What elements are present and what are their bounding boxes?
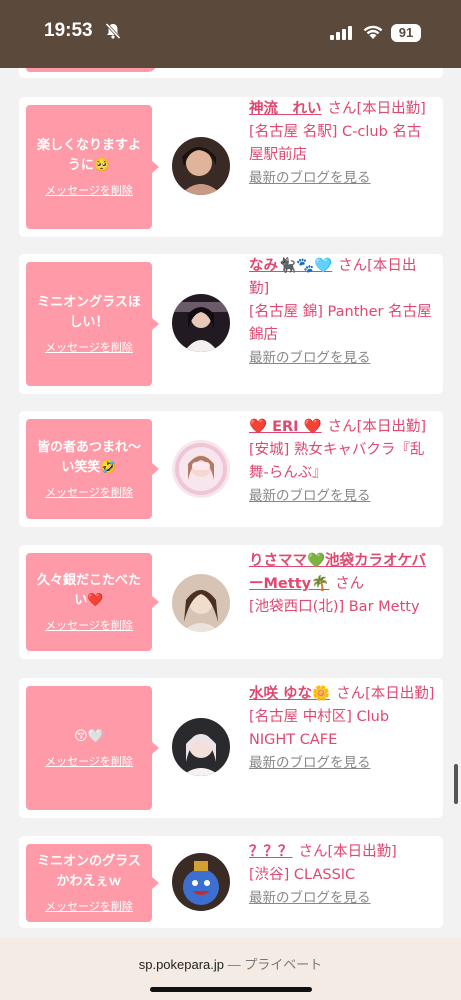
clock: 19:53 bbox=[44, 20, 93, 41]
cast-name-link[interactable]: 神流 れい bbox=[249, 101, 322, 117]
private-mode-label: — プライベート bbox=[227, 957, 323, 972]
message-card: ミニオンのグラスかわえぇｗ メッセージを削除 ？？？ さん[本日出勤] [渋谷] … bbox=[19, 836, 443, 928]
cast-info: 水咲 ゆな🌼 さん[本日出勤] [名古屋 中村区] Club NIGHT CAFE… bbox=[249, 683, 435, 775]
cast-name-link[interactable]: なみ🐈‍⬛🐾🩵 bbox=[249, 258, 332, 274]
avatar[interactable] bbox=[172, 718, 230, 776]
avatar[interactable] bbox=[172, 853, 230, 911]
partial-card bbox=[19, 68, 443, 78]
cast-name-link[interactable]: 水咲 ゆな🌼 bbox=[249, 686, 330, 702]
cast-info: ？？？ さん[本日出勤] [渋谷] CLASSIC 最新のブログを見る bbox=[249, 841, 435, 910]
avatar[interactable] bbox=[172, 574, 230, 632]
cast-name-link[interactable]: ❤️ ERI ❤️ bbox=[249, 419, 322, 435]
url-display[interactable]: sp.pokepara.jp — プライベート bbox=[0, 954, 461, 973]
shop-text: [名古屋 中村区] Club NIGHT CAFE bbox=[249, 709, 390, 748]
delete-message-link[interactable]: メッセージを削除 bbox=[45, 898, 133, 914]
shop-text: [池袋西口(北)] Bar Metty bbox=[249, 599, 420, 615]
shop-text: [名古屋 名駅] C-club 名古屋駅前店 bbox=[249, 124, 422, 163]
cast-status: さん[本日出勤] bbox=[327, 101, 426, 117]
delete-message-link[interactable]: メッセージを削除 bbox=[45, 182, 133, 198]
cast-info: 神流 れい さん[本日出勤] [名古屋 名駅] C-club 名古屋駅前店 最新の… bbox=[249, 98, 435, 190]
message-text: ミニオンのグラスかわえぇｗ bbox=[37, 854, 141, 889]
shop-text: [渋谷] CLASSIC bbox=[249, 867, 356, 883]
message-bubble bbox=[26, 68, 159, 72]
cast-status: さん bbox=[335, 576, 365, 592]
message-text: 久々銀だこたべたい❤️ bbox=[36, 573, 141, 608]
bell-slash-icon bbox=[105, 22, 121, 40]
shop-text: [名古屋 錦] Panther 名古屋錦店 bbox=[249, 304, 432, 343]
delete-message-link[interactable]: メッセージを削除 bbox=[45, 484, 133, 500]
message-card: 楽しくなりますように🥺 メッセージを削除 神流 れい さん[本日出勤] [名古屋 … bbox=[19, 97, 443, 237]
message-text: 😚🤍 bbox=[74, 729, 104, 744]
message-text: 楽しくなりますように🥺 bbox=[36, 138, 141, 173]
message-text: 皆の者あつまれ〜い笑笑🤣 bbox=[36, 440, 141, 475]
message-bubble: 😚🤍 メッセージを削除 bbox=[26, 686, 159, 810]
message-card: 久々銀だこたべたい❤️ メッセージを削除 りさママ💚池袋カラオケバーMetty🌴… bbox=[19, 545, 443, 659]
blog-link[interactable]: 最新のブログを見る bbox=[249, 167, 435, 190]
message-bubble: 久々銀だこたべたい❤️ メッセージを削除 bbox=[26, 553, 159, 651]
cast-info: りさママ💚池袋カラオケバーMetty🌴 さん [池袋西口(北)] Bar Mett… bbox=[249, 550, 435, 619]
signal-icon bbox=[330, 26, 352, 40]
cast-name-link[interactable]: ？？？ bbox=[249, 844, 293, 860]
cast-status: さん[本日出勤] bbox=[336, 686, 435, 702]
message-list: 楽しくなりますように🥺 メッセージを削除 神流 れい さん[本日出勤] [名古屋 … bbox=[0, 68, 461, 938]
message-card: 😚🤍 メッセージを削除 水咲 ゆな🌼 さん[本日出勤] [名古屋 中村区] Clu… bbox=[19, 678, 443, 818]
delete-message-link[interactable]: メッセージを削除 bbox=[45, 617, 133, 633]
message-bubble: 楽しくなりますように🥺 メッセージを削除 bbox=[26, 105, 159, 229]
delete-message-link[interactable]: メッセージを削除 bbox=[45, 753, 133, 769]
message-text: ミニオングラスほしい！ bbox=[37, 295, 141, 330]
wifi-icon bbox=[363, 25, 383, 39]
cast-info: なみ🐈‍⬛🐾🩵 さん[本日出勤] [名古屋 錦] Panther 名古屋錦店 最新… bbox=[249, 255, 435, 370]
message-bubble: ミニオングラスほしい！ メッセージを削除 bbox=[26, 262, 159, 386]
avatar[interactable] bbox=[172, 294, 230, 352]
shop-text: [安城] 熟女キャバクラ『乱舞-らんぶ』 bbox=[249, 442, 425, 481]
delete-message-link[interactable]: メッセージを削除 bbox=[45, 339, 133, 355]
message-bubble: ミニオンのグラスかわえぇｗ メッセージを削除 bbox=[26, 844, 159, 922]
url-domain: sp.pokepara.jp bbox=[138, 957, 225, 972]
battery-icon: 91 bbox=[391, 24, 421, 42]
avatar[interactable] bbox=[172, 440, 230, 498]
blog-link[interactable]: 最新のブログを見る bbox=[249, 347, 435, 370]
blog-link[interactable]: 最新のブログを見る bbox=[249, 752, 435, 775]
home-indicator[interactable] bbox=[150, 987, 312, 992]
status-bar: 19:53 91 bbox=[0, 0, 461, 68]
cast-status: さん[本日出勤] bbox=[327, 419, 426, 435]
avatar[interactable] bbox=[172, 137, 230, 195]
message-card: 皆の者あつまれ〜い笑笑🤣 メッセージを削除 ❤️ ERI ❤️ さん[本日出勤] … bbox=[19, 411, 443, 527]
message-card: ミニオングラスほしい！ メッセージを削除 なみ🐈‍⬛🐾🩵 さん[本日出勤] [名古… bbox=[19, 254, 443, 394]
browser-url-bar[interactable]: sp.pokepara.jp — プライベート bbox=[0, 938, 461, 1000]
cast-info: ❤️ ERI ❤️ さん[本日出勤] [安城] 熟女キャバクラ『乱舞-らんぶ』 最… bbox=[249, 416, 435, 508]
cast-status: さん[本日出勤] bbox=[298, 844, 397, 860]
message-bubble: 皆の者あつまれ〜い笑笑🤣 メッセージを削除 bbox=[26, 419, 159, 519]
blog-link[interactable]: 最新のブログを見る bbox=[249, 887, 435, 910]
scrollbar[interactable] bbox=[454, 764, 458, 804]
blog-link[interactable]: 最新のブログを見る bbox=[249, 485, 435, 508]
